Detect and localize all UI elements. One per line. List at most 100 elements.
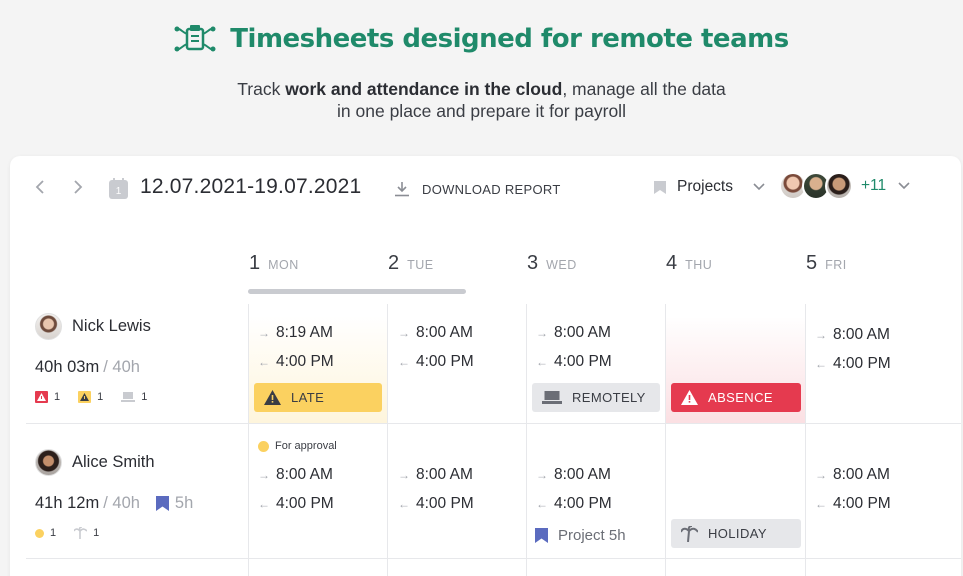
time-out: 4:00 PM [276, 494, 334, 512]
day-name: TUE [407, 258, 434, 272]
badge-holiday[interactable]: HOLIDAY [671, 519, 801, 548]
more-members-count: +11 [861, 177, 887, 194]
column-divider [805, 304, 806, 576]
hours-worked: 41h 12m [35, 494, 100, 512]
employee-name-row: Nick Lewis [35, 313, 165, 340]
approval-dot-icon [258, 440, 269, 452]
projects-dropdown[interactable]: Projects [653, 178, 765, 196]
absence-count: 1 [54, 391, 61, 403]
project-tag[interactable]: Project 5h [535, 527, 626, 544]
hero: Timesheets designed for remote teams Tra… [0, 0, 963, 150]
chevron-left-icon[interactable] [32, 178, 48, 196]
arrow-out-icon: ← [815, 496, 827, 511]
arrow-out-icon: ← [398, 354, 410, 369]
hours-summary: 40h 03m / 40h [35, 358, 165, 377]
project-label: Project 5h [558, 527, 626, 544]
palm-tree-icon [74, 527, 88, 539]
day-number: 1 [249, 252, 261, 274]
date-range[interactable]: 12.07.2021-19.07.2021 [140, 175, 361, 199]
cell-alice-tue[interactable]: → 8:00 AM ← 4:00 PM [398, 460, 474, 518]
time-out: 4:00 PM [554, 352, 612, 370]
chevron-right-icon[interactable] [70, 178, 86, 196]
time-in: 8:00 AM [276, 465, 333, 483]
time-in: 8:19 AM [276, 323, 333, 341]
hours-worked: 40h 03m [35, 358, 100, 376]
employee-name: Alice Smith [72, 453, 155, 471]
cell-nick-mon[interactable]: → 8:19 AM ← 4:00 PM [258, 318, 334, 376]
day-number: 4 [666, 252, 678, 274]
arrow-in-icon: → [815, 327, 827, 342]
late-warning-icon [78, 391, 92, 403]
holiday-count: 1 [93, 527, 100, 539]
column-divider [387, 304, 388, 576]
employee-stats: 1 1 [35, 527, 193, 539]
arrow-in-icon: → [398, 325, 410, 340]
employee-name-row: Alice Smith [35, 449, 193, 476]
cell-nick-fri[interactable]: → 8:00 AM ← 4:00 PM [815, 320, 891, 378]
day-header-thu: 4 THU [666, 252, 712, 275]
badge-late[interactable]: LATE [254, 383, 382, 412]
approval-count: 1 [50, 527, 57, 539]
arrow-out-icon: ← [258, 354, 270, 369]
approval-dot-icon [35, 528, 44, 538]
cell-alice-fri[interactable]: → 8:00 AM ← 4:00 PM [815, 460, 891, 518]
employee-name: Nick Lewis [72, 317, 151, 335]
time-in: 8:00 AM [416, 323, 473, 341]
bookmark-icon [535, 528, 548, 543]
time-out: 4:00 PM [833, 354, 891, 372]
absence-warning-icon [35, 391, 48, 403]
day-number: 3 [527, 252, 539, 274]
hero-subtitle: Track work and attendance in the cloud, … [0, 78, 963, 122]
column-divider [526, 304, 527, 576]
arrow-in-icon: → [258, 325, 270, 340]
subtitle-post: , manage all the data [562, 79, 726, 99]
subtitle-bold: work and attendance in the cloud [285, 79, 563, 99]
day-number: 2 [388, 252, 400, 274]
laptop-icon [121, 392, 136, 402]
stat-remote: 1 [121, 391, 147, 403]
week-scroll-bar[interactable] [248, 289, 466, 294]
project-hours: 5h [155, 494, 193, 513]
stat-absence: 1 [35, 391, 60, 403]
day-number: 5 [806, 252, 818, 274]
timesheet-card: 1 12.07.2021-19.07.2021 DOWNLOAD REPORT … [10, 156, 961, 576]
time-out: 4:00 PM [416, 352, 474, 370]
download-report-button[interactable]: DOWNLOAD REPORT [394, 181, 561, 197]
hero-title: Timesheets designed for remote teams [0, 22, 963, 56]
employee-stats: 1 1 1 [35, 391, 165, 403]
badge-remotely[interactable]: REMOTELY [532, 383, 660, 412]
cell-nick-wed[interactable]: → 8:00 AM ← 4:00 PM [536, 318, 612, 376]
time-in: 8:00 AM [554, 465, 611, 483]
arrow-out-icon: ← [815, 356, 827, 371]
employee-alice-smith[interactable]: Alice Smith 41h 12m / 40h 5h 1 1 [35, 449, 193, 539]
calendar-icon: 1 [109, 178, 128, 199]
hours-total: / 40h [103, 358, 140, 376]
avatar [35, 449, 62, 476]
remote-count: 1 [141, 391, 148, 403]
day-header-wed: 3 WED [527, 252, 577, 275]
time-out: 4:00 PM [276, 352, 334, 370]
team-avatars[interactable]: +11 [779, 172, 910, 200]
time-in: 8:00 AM [554, 323, 611, 341]
cell-nick-tue[interactable]: → 8:00 AM ← 4:00 PM [398, 318, 474, 376]
cell-alice-mon[interactable]: → 8:00 AM ← 4:00 PM [258, 460, 334, 518]
palm-tree-icon [681, 525, 698, 542]
arrow-out-icon: ← [258, 496, 270, 511]
cell-alice-wed[interactable]: → 8:00 AM ← 4:00 PM [536, 460, 612, 518]
day-name: THU [685, 258, 713, 272]
day-header-tue: 2 TUE [388, 252, 434, 275]
late-count: 1 [97, 391, 104, 403]
badge-label: ABSENCE [708, 390, 773, 405]
day-header-fri: 5 FRI [806, 252, 847, 275]
day-header-mon: 1 MON [249, 252, 299, 275]
time-out: 4:00 PM [554, 494, 612, 512]
stat-holiday: 1 [74, 527, 99, 539]
subtitle-pre: Track [237, 79, 286, 99]
badge-absence[interactable]: ABSENCE [671, 383, 801, 412]
row-divider [26, 558, 961, 559]
employee-nick-lewis[interactable]: Nick Lewis 40h 03m / 40h 1 1 1 [35, 313, 165, 403]
warning-icon [681, 390, 698, 405]
laptop-icon [542, 391, 562, 404]
time-in: 8:00 AM [416, 465, 473, 483]
stat-approval: 1 [35, 527, 56, 539]
